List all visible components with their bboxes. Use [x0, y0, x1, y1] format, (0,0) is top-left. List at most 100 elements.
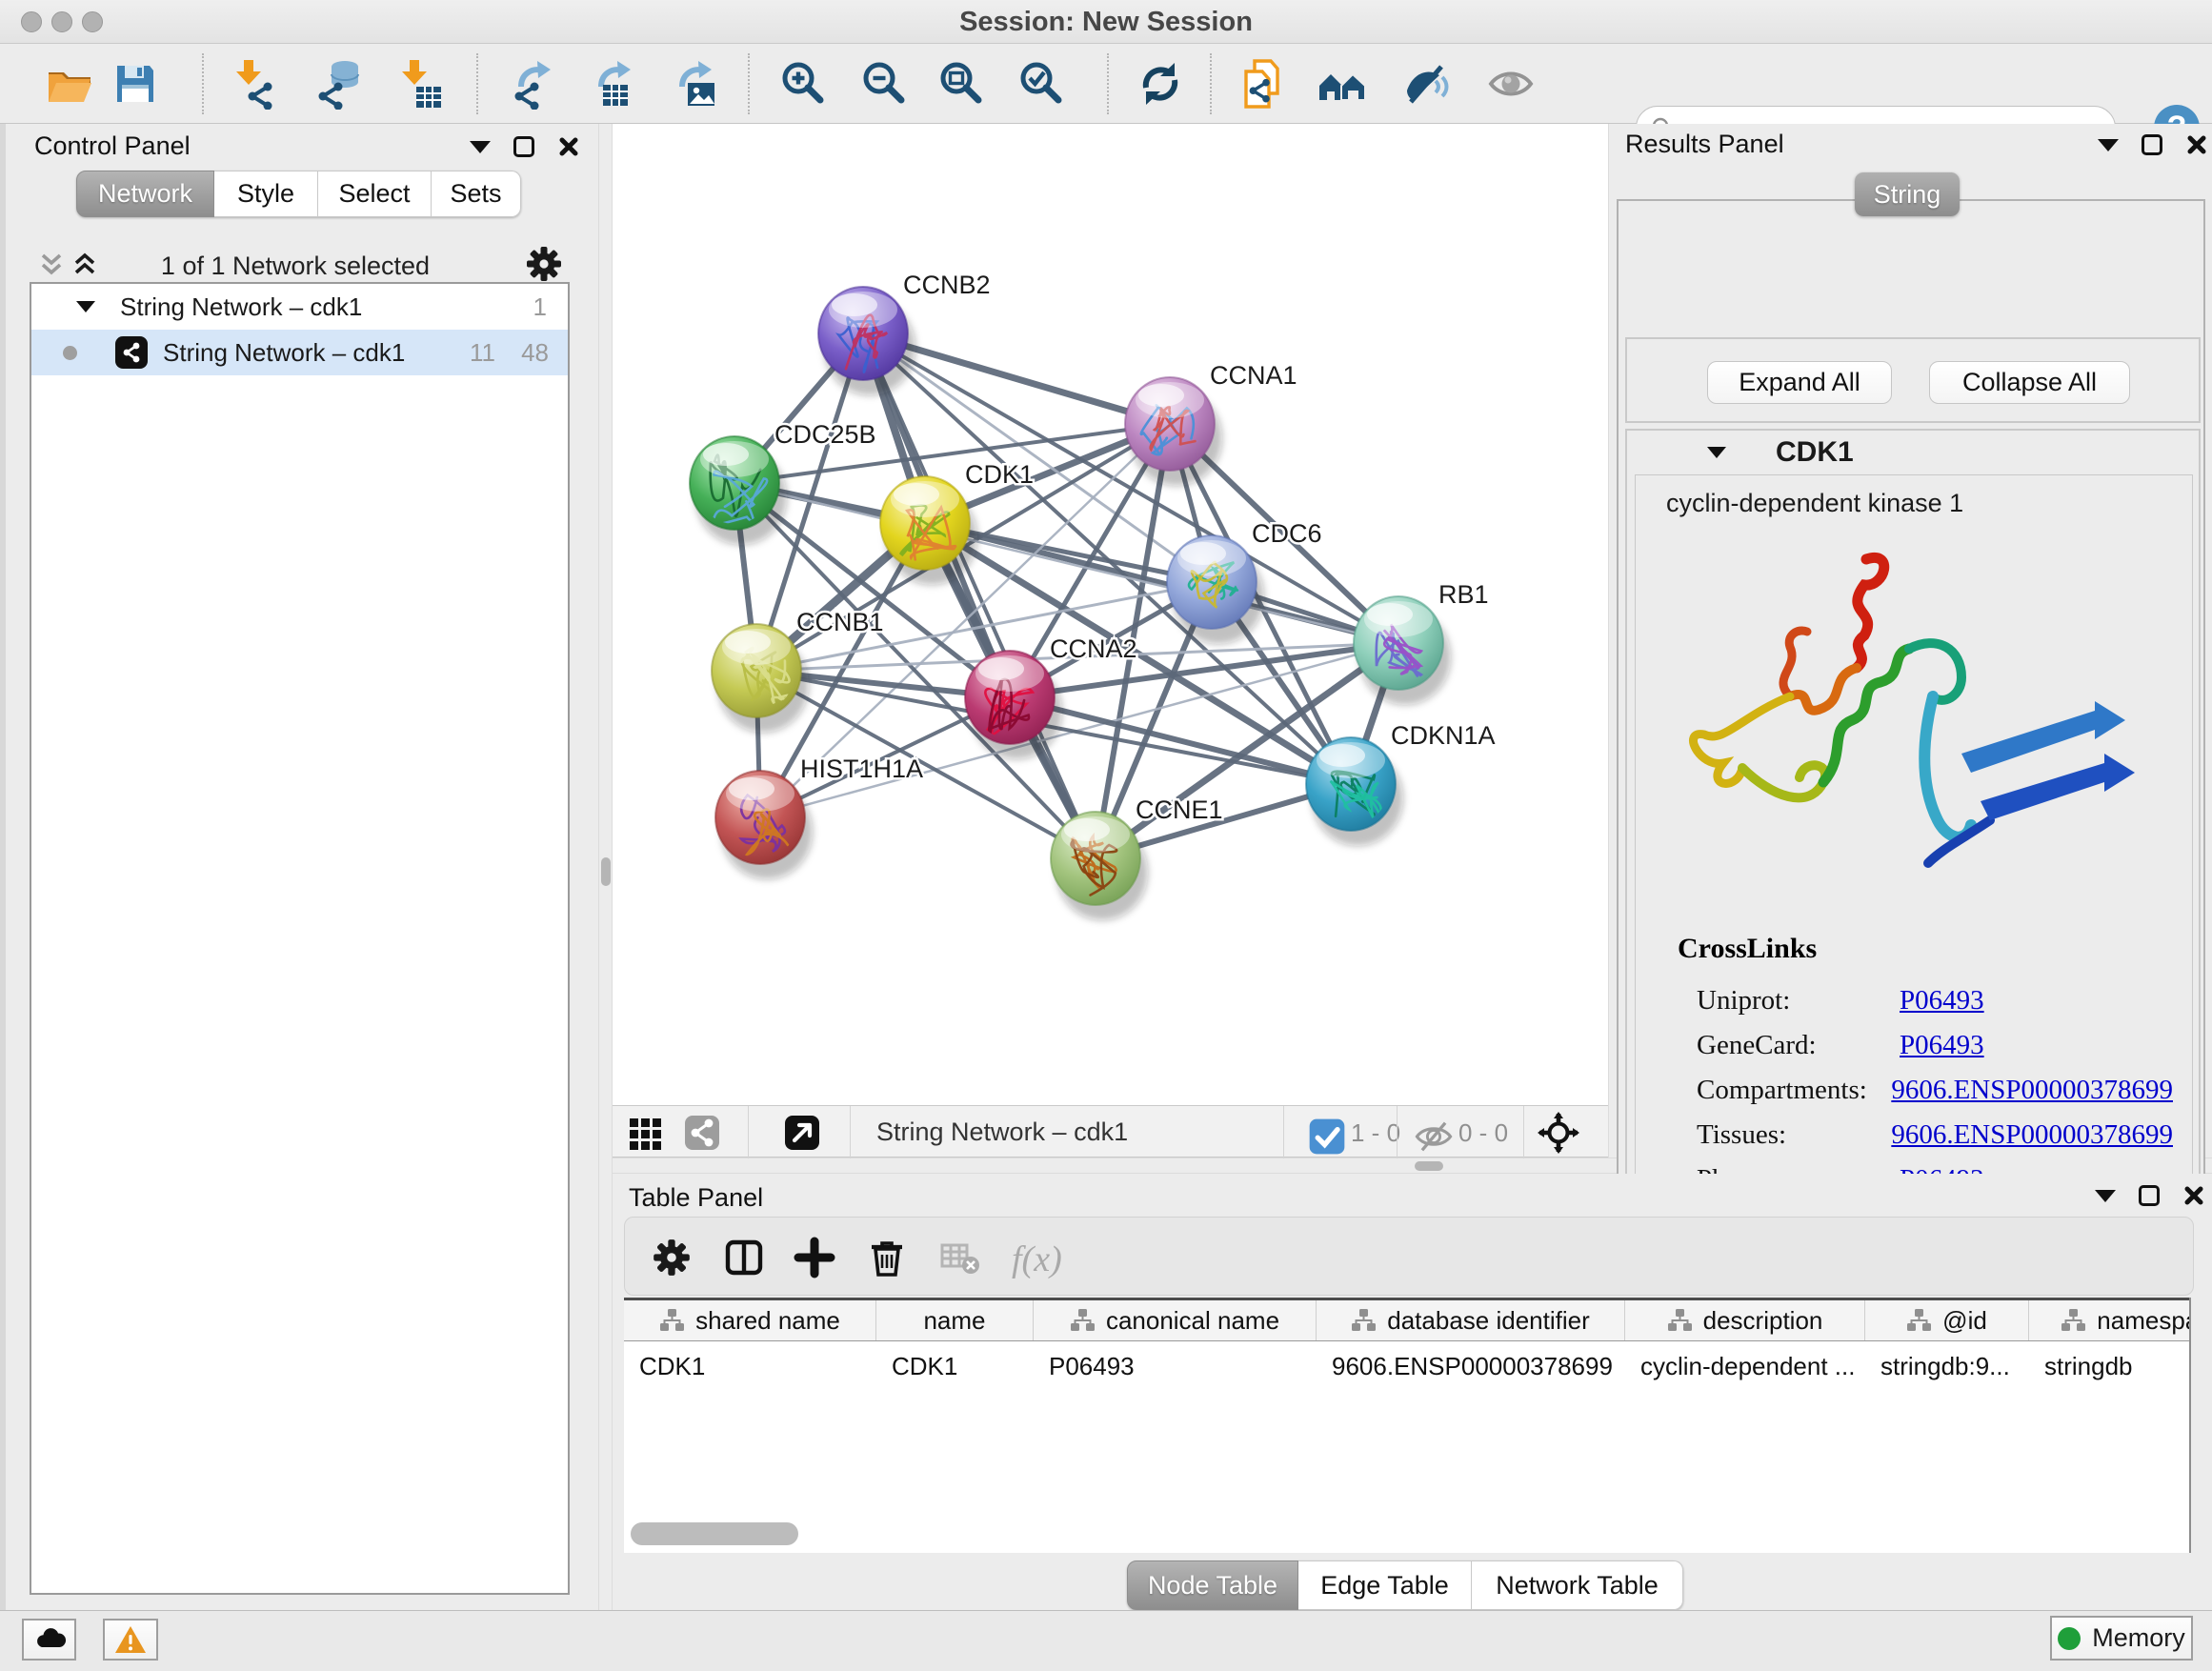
column-header-shared-name[interactable]: shared name [624, 1300, 876, 1340]
tab-select[interactable]: Select [318, 171, 432, 217]
zoom-selected-icon[interactable] [1015, 58, 1066, 110]
panel-menu-icon[interactable] [2095, 1190, 2116, 1202]
node-name: CDK1 [1776, 436, 1854, 469]
crosslink-link[interactable]: 9606.ENSP00000378699 [1891, 1119, 2173, 1151]
save-session-icon[interactable] [110, 58, 161, 110]
expand-all-button[interactable]: Expand All [1707, 361, 1892, 404]
collapse-all-button[interactable]: Collapse All [1929, 361, 2130, 404]
column-header-namespace[interactable]: namespace [2029, 1300, 2191, 1340]
memory-status-dot [2058, 1627, 2081, 1650]
node-details-header[interactable]: CDK1 [1627, 431, 2199, 474]
panel-close-icon[interactable] [557, 135, 580, 158]
expand-all-icon[interactable] [69, 250, 101, 282]
clone-network-icon[interactable] [1238, 58, 1290, 110]
network-options-gear-icon[interactable] [523, 243, 565, 285]
collection-count: 1 [533, 292, 547, 322]
edge-RB1-HIST1H1A [760, 643, 1398, 817]
selected-checkbox-icon[interactable] [1306, 1116, 1340, 1150]
network-row[interactable]: String Network – cdk1 11 48 [31, 330, 568, 375]
panel-menu-icon[interactable] [470, 141, 491, 153]
tab-network-table[interactable]: Network Table [1472, 1560, 1683, 1610]
panel-close-icon[interactable] [2182, 1184, 2205, 1207]
results-panel: Results Panel String Expand All Collapse… [1610, 124, 2212, 1158]
panel-float-icon[interactable] [2142, 134, 2162, 155]
import-network-database-icon[interactable] [315, 58, 367, 110]
cloud-button[interactable] [22, 1619, 76, 1661]
control-panel-tabs: NetworkStyleSelectSets [76, 171, 521, 217]
node-CCNA2[interactable] [965, 651, 1062, 759]
export-table-icon[interactable] [590, 58, 641, 110]
string-results-box: Expand All Collapse All CDK1 cyclin-depe… [1617, 199, 2205, 1243]
warning-icon [113, 1622, 148, 1657]
toolbar-separator [476, 53, 478, 114]
grid-view-icon[interactable] [625, 1112, 667, 1154]
collapse-node-icon[interactable] [1707, 447, 1726, 458]
table-row[interactable]: CDK1CDK1P064939606.ENSP00000378699cyclin… [624, 1345, 2191, 1387]
zoom-in-icon[interactable] [776, 58, 828, 110]
table-horizontal-scrollbar[interactable] [631, 1522, 798, 1545]
tab-network[interactable]: Network [76, 171, 214, 217]
open-session-icon[interactable] [44, 58, 95, 110]
crosslink-link[interactable]: 9606.ENSP00000378699 [1891, 1075, 2173, 1106]
column-header-database-identifier[interactable]: database identifier [1317, 1300, 1625, 1340]
zoom-out-icon[interactable] [857, 58, 909, 110]
warnings-button[interactable] [103, 1619, 158, 1661]
crosslink-link[interactable]: P06493 [1900, 1030, 1984, 1061]
table-options-gear-icon[interactable] [650, 1236, 694, 1279]
show-panel-icon[interactable] [1485, 58, 1537, 110]
node-HIST1H1A[interactable] [715, 771, 813, 879]
collapse-all-icon[interactable] [35, 250, 68, 282]
crosslink-row: Tissues:9606.ENSP00000378699 [1697, 1113, 2173, 1158]
first-neighbors-icon[interactable] [1317, 58, 1368, 110]
node-RB1[interactable] [1354, 596, 1451, 705]
table-panel-tabs: Node TableEdge TableNetwork Table [1127, 1560, 1683, 1610]
zoom-fit-icon[interactable] [935, 58, 986, 110]
column-header-name[interactable]: name [876, 1300, 1034, 1340]
node-CDK1[interactable] [880, 476, 977, 585]
import-network-file-icon[interactable] [224, 58, 275, 110]
import-table-icon[interactable] [392, 58, 443, 110]
panel-float-icon[interactable] [2139, 1185, 2160, 1206]
table-panel-window-controls [2095, 1184, 2205, 1207]
cell-description: cyclin-dependent ... [1625, 1345, 1865, 1387]
node-CCNB2[interactable] [818, 287, 915, 395]
status-bar: Memory [0, 1610, 2212, 1671]
panel-close-icon[interactable] [2185, 133, 2208, 156]
crosslink-label: Tissues: [1697, 1119, 1891, 1151]
export-network-icon[interactable] [510, 58, 561, 110]
column-header-description[interactable]: description [1625, 1300, 1865, 1340]
crosslink-link[interactable]: P06493 [1900, 985, 1984, 1017]
tab-node-table[interactable]: Node Table [1127, 1560, 1298, 1610]
tab-style[interactable]: Style [214, 171, 318, 217]
network-canvas[interactable]: CCNB2CCNA1CDC25BCDK1CDC6RB1CCNB1CCNA2CDK… [613, 124, 1608, 1105]
split-columns-icon[interactable] [722, 1236, 766, 1279]
toolbar-separator [748, 53, 750, 114]
column-header--id[interactable]: @id [1865, 1300, 2029, 1340]
network-edge-count: 48 [521, 338, 549, 368]
add-column-icon[interactable] [793, 1236, 836, 1279]
column-header-canonical-name[interactable]: canonical name [1034, 1300, 1317, 1340]
refresh-layout-icon[interactable] [1135, 58, 1186, 110]
results-panel-title: Results Panel [1625, 130, 1784, 159]
center-view-icon[interactable] [1538, 1112, 1579, 1154]
tab-edge-table[interactable]: Edge Table [1298, 1560, 1472, 1610]
detach-view-icon[interactable] [781, 1112, 823, 1154]
network-view-icon[interactable] [681, 1112, 723, 1154]
memory-button[interactable]: Memory [2050, 1616, 2193, 1661]
panel-float-icon[interactable] [513, 136, 534, 157]
tab-string[interactable]: String [1855, 172, 1960, 216]
tab-sets[interactable]: Sets [432, 171, 521, 217]
left-splitter[interactable] [598, 124, 613, 1610]
hide-panels-icon[interactable] [1399, 58, 1451, 110]
node-CCNA1[interactable] [1125, 377, 1222, 486]
export-image-icon[interactable] [671, 58, 722, 110]
network-tree: String Network – cdk1 1 String Network –… [30, 282, 570, 1595]
node-CDC25B[interactable] [690, 436, 787, 545]
panel-menu-icon[interactable] [2098, 139, 2119, 151]
collection-expand-icon[interactable] [76, 301, 95, 312]
string-buttons-box: Expand All Collapse All [1625, 337, 2201, 423]
node-CDKN1A[interactable] [1306, 737, 1403, 846]
control-panel: Control Panel NetworkStyleSelectSets 1 o… [0, 124, 598, 1610]
delete-column-icon[interactable] [865, 1236, 909, 1279]
network-collection-row[interactable]: String Network – cdk1 1 [31, 284, 568, 330]
